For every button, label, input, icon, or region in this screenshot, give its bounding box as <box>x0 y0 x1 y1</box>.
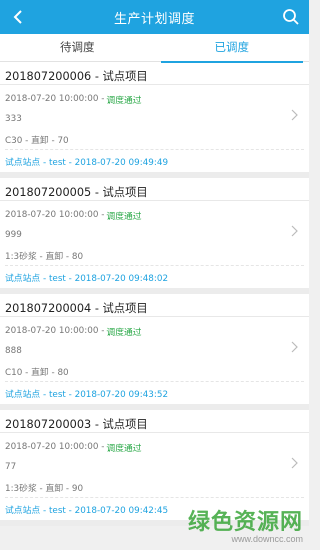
back-arrow-icon[interactable] <box>8 6 28 28</box>
tab-scheduled[interactable]: 已调度 <box>155 34 310 63</box>
status-badge: 调度通过 <box>106 211 142 222</box>
page-title: 生产计划调度 <box>113 11 195 27</box>
schedule-datetime: 2018-07-20 10:00:00 - <box>5 210 105 220</box>
status-badge: 调度通过 <box>106 95 142 106</box>
chevron-right-icon <box>291 225 298 237</box>
status-badge: 调度通过 <box>106 443 142 454</box>
tab-pending[interactable]: 待调度 <box>0 34 155 61</box>
spec: C30 - 直卸 - 70 <box>5 135 69 146</box>
order-title: 201807200003 - 试点项目 <box>0 410 309 433</box>
schedule-datetime: 2018-07-20 10:00:00 - <box>5 326 105 336</box>
chevron-right-icon <box>291 341 298 353</box>
watermark-logo: 绿色资源网 www.downcc.com <box>188 504 303 544</box>
site-info: 试点站点 - test - 2018-07-20 09:43:52 <box>5 389 169 400</box>
quantity: 333 <box>5 114 22 124</box>
chevron-right-icon <box>291 109 298 121</box>
quantity: 999 <box>5 230 22 240</box>
status-badge: 调度通过 <box>106 327 142 338</box>
quantity: 888 <box>5 346 22 356</box>
site-info: 试点站点 - test - 2018-07-20 09:49:49 <box>5 157 169 168</box>
order-title: 201807200006 - 试点项目 <box>0 62 309 85</box>
spec: 1:3砂浆 - 直卸 - 80 <box>5 251 84 262</box>
spec: 1:3砂浆 - 直卸 - 90 <box>5 483 84 494</box>
site-info: 试点站点 - test - 2018-07-20 09:48:02 <box>5 273 169 284</box>
schedule-datetime: 2018-07-20 10:00:00 - <box>5 442 105 452</box>
list-item[interactable]: 201807200005 - 试点项目 2018-07-20 10:00:00 … <box>0 178 309 294</box>
app-header: 生产计划调度 <box>0 0 309 34</box>
watermark-text: 绿色资源网 <box>187 510 303 535</box>
list-item[interactable]: 201807200004 - 试点项目 2018-07-20 10:00:00 … <box>0 294 309 410</box>
list-item[interactable]: 201807200006 - 试点项目 2018-07-20 10:00:00 … <box>0 62 309 178</box>
quantity: 77 <box>5 462 17 472</box>
schedule-datetime: 2018-07-20 10:00:00 - <box>5 94 105 104</box>
tab-bar: 待调度 已调度 <box>0 34 310 63</box>
schedule-list: 201807200006 - 试点项目 2018-07-20 10:00:00 … <box>0 62 309 526</box>
order-title: 201807200005 - 试点项目 <box>0 178 309 201</box>
order-title: 201807200004 - 试点项目 <box>0 294 309 317</box>
chevron-right-icon <box>291 457 298 469</box>
search-icon[interactable] <box>281 7 301 27</box>
spec: C10 - 直卸 - 80 <box>5 367 69 378</box>
